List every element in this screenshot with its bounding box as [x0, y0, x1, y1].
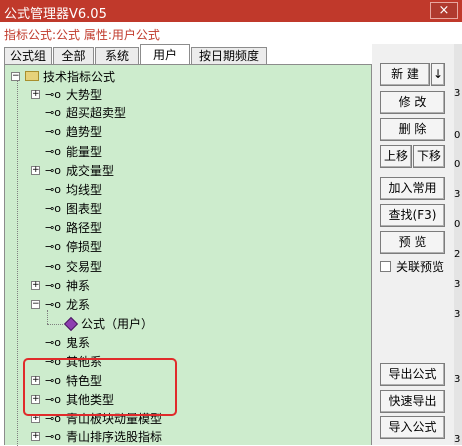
key-icon: ⊸o [45, 88, 61, 101]
tree-child-label: 公式（用户） [81, 317, 154, 331]
key-icon: ⊸o [45, 430, 61, 443]
edge-digit: 0 [454, 219, 461, 230]
preview-button[interactable]: 预 览 [380, 231, 445, 254]
tree-item[interactable]: − ⊸o 龙系 [31, 297, 231, 313]
tree-item-label: 停损型 [66, 240, 103, 254]
edge-digit: 3 [454, 374, 461, 385]
link-preview-checkbox[interactable] [380, 261, 391, 272]
link-preview-label: 关联预览 [396, 260, 445, 274]
edge-digit: 3 [454, 279, 461, 290]
edge-digit: 0 [454, 159, 461, 170]
tree-item[interactable]: ⊸o 能量型 [31, 144, 231, 160]
move-up-button[interactable]: 上移 [380, 145, 412, 168]
tree-item[interactable]: + ⊸o 神系 [31, 278, 231, 294]
new-button[interactable]: 新 建 [380, 63, 430, 86]
background-window-edge: 3 0 0 3 0 2 3 3 3 3 [454, 44, 462, 445]
delete-button[interactable]: 删 除 [380, 118, 445, 141]
tree-child-item[interactable]: 公式（用户） [5, 316, 205, 332]
tree-item-label: 图表型 [66, 202, 103, 216]
key-icon: ⊸o [45, 125, 61, 138]
key-icon: ⊸o [45, 183, 61, 196]
window-title: 公式管理器V6.05 [4, 7, 107, 22]
key-icon: ⊸o [45, 164, 61, 177]
tree-item[interactable]: ⊸o 图表型 [31, 201, 231, 217]
tree-item-label: 龙系 [66, 298, 91, 312]
key-icon: ⊸o [45, 106, 61, 119]
tree-guide-line [17, 81, 18, 446]
tree-item-label: 趋势型 [66, 125, 103, 139]
import-formula-button[interactable]: 导入公式 [380, 416, 445, 439]
tree-item[interactable]: ⊸o 交易型 [31, 259, 231, 275]
modify-button[interactable]: 修 改 [380, 91, 445, 114]
move-down-button[interactable]: 下移 [413, 145, 445, 168]
folder-icon [25, 71, 39, 81]
close-button[interactable]: × [430, 2, 458, 19]
key-icon: ⊸o [45, 298, 61, 311]
tab-formula-group[interactable]: 公式组 [4, 47, 52, 64]
edge-digit: 3 [454, 88, 461, 99]
key-icon: ⊸o [45, 336, 61, 349]
key-icon: ⊸o [45, 202, 61, 215]
tree-item[interactable]: + ⊸o 大势型 [31, 87, 231, 103]
add-common-button[interactable]: 加入常用 [380, 177, 445, 200]
highlight-annotation [23, 358, 177, 416]
expand-toggle[interactable]: + [31, 166, 40, 175]
key-icon: ⊸o [45, 145, 61, 158]
tree-item-label: 大势型 [66, 88, 103, 102]
key-icon: ⊸o [45, 260, 61, 273]
formula-tree: − 技术指标公式 + ⊸o 大势型 ⊸o 超买超卖型 ⊸o 趋势型 ⊸o 能量型… [4, 64, 372, 446]
tree-item-label: 能量型 [66, 145, 103, 159]
tree-item-label: 鬼系 [66, 336, 91, 350]
formula-icon [63, 316, 79, 332]
collapse-toggle[interactable]: − [11, 72, 20, 81]
key-icon: ⊸o [45, 279, 61, 292]
new-dropdown-arrow[interactable]: ↓ [431, 63, 445, 86]
tab-strip: 公式组 全部 系统 用户 按日期频度 [0, 44, 372, 65]
title-bar: 公式管理器V6.05 × [0, 0, 462, 22]
tree-item-label: 青山排序选股指标 [66, 430, 163, 444]
quick-export-button[interactable]: 快速导出 [380, 390, 445, 413]
tree-item[interactable]: + ⊸o 青山排序选股指标 [31, 429, 251, 445]
key-icon: ⊸o [45, 221, 61, 234]
edge-digit: 0 [454, 130, 461, 141]
tree-item-label: 均线型 [66, 183, 103, 197]
tab-date-frequency[interactable]: 按日期频度 [191, 47, 267, 64]
tree-item[interactable]: ⊸o 趋势型 [31, 124, 231, 140]
tree-item-label: 超买超卖型 [66, 106, 127, 120]
formula-info-text: 指标公式:公式 属性:用户公式 [4, 28, 160, 42]
tree-item[interactable]: ⊸o 超买超卖型 [31, 105, 231, 121]
tree-item-label: 神系 [66, 279, 91, 293]
find-button[interactable]: 查找(F3) [380, 204, 445, 227]
edge-digit: 3 [454, 309, 461, 320]
tree-item[interactable]: ⊸o 均线型 [31, 182, 231, 198]
tree-item[interactable]: ⊸o 鬼系 [31, 335, 231, 351]
edge-digit: 3 [454, 434, 461, 445]
key-icon: ⊸o [45, 240, 61, 253]
tab-all[interactable]: 全部 [53, 47, 94, 64]
collapse-toggle[interactable]: − [31, 300, 40, 309]
tab-system[interactable]: 系统 [95, 47, 139, 64]
tree-item[interactable]: + ⊸o 成交量型 [31, 163, 231, 179]
tree-item[interactable]: ⊸o 停损型 [31, 239, 231, 255]
edge-digit: 2 [454, 249, 461, 260]
tab-user[interactable]: 用户 [140, 44, 190, 65]
expand-toggle[interactable]: + [31, 432, 40, 441]
tree-root-label: 技术指标公式 [43, 70, 116, 84]
edge-digit: 3 [454, 189, 461, 200]
expand-toggle[interactable]: + [31, 281, 40, 290]
tree-root[interactable]: − 技术指标公式 [11, 69, 211, 85]
formula-info-bar: 指标公式:公式 属性:用户公式 [0, 22, 462, 44]
tree-item-label: 路径型 [66, 221, 103, 235]
export-formula-button[interactable]: 导出公式 [380, 363, 445, 386]
tree-item-label: 交易型 [66, 260, 103, 274]
expand-toggle[interactable]: + [31, 90, 40, 99]
tree-item-label: 成交量型 [66, 164, 115, 178]
tree-item[interactable]: ⊸o 路径型 [31, 220, 231, 236]
